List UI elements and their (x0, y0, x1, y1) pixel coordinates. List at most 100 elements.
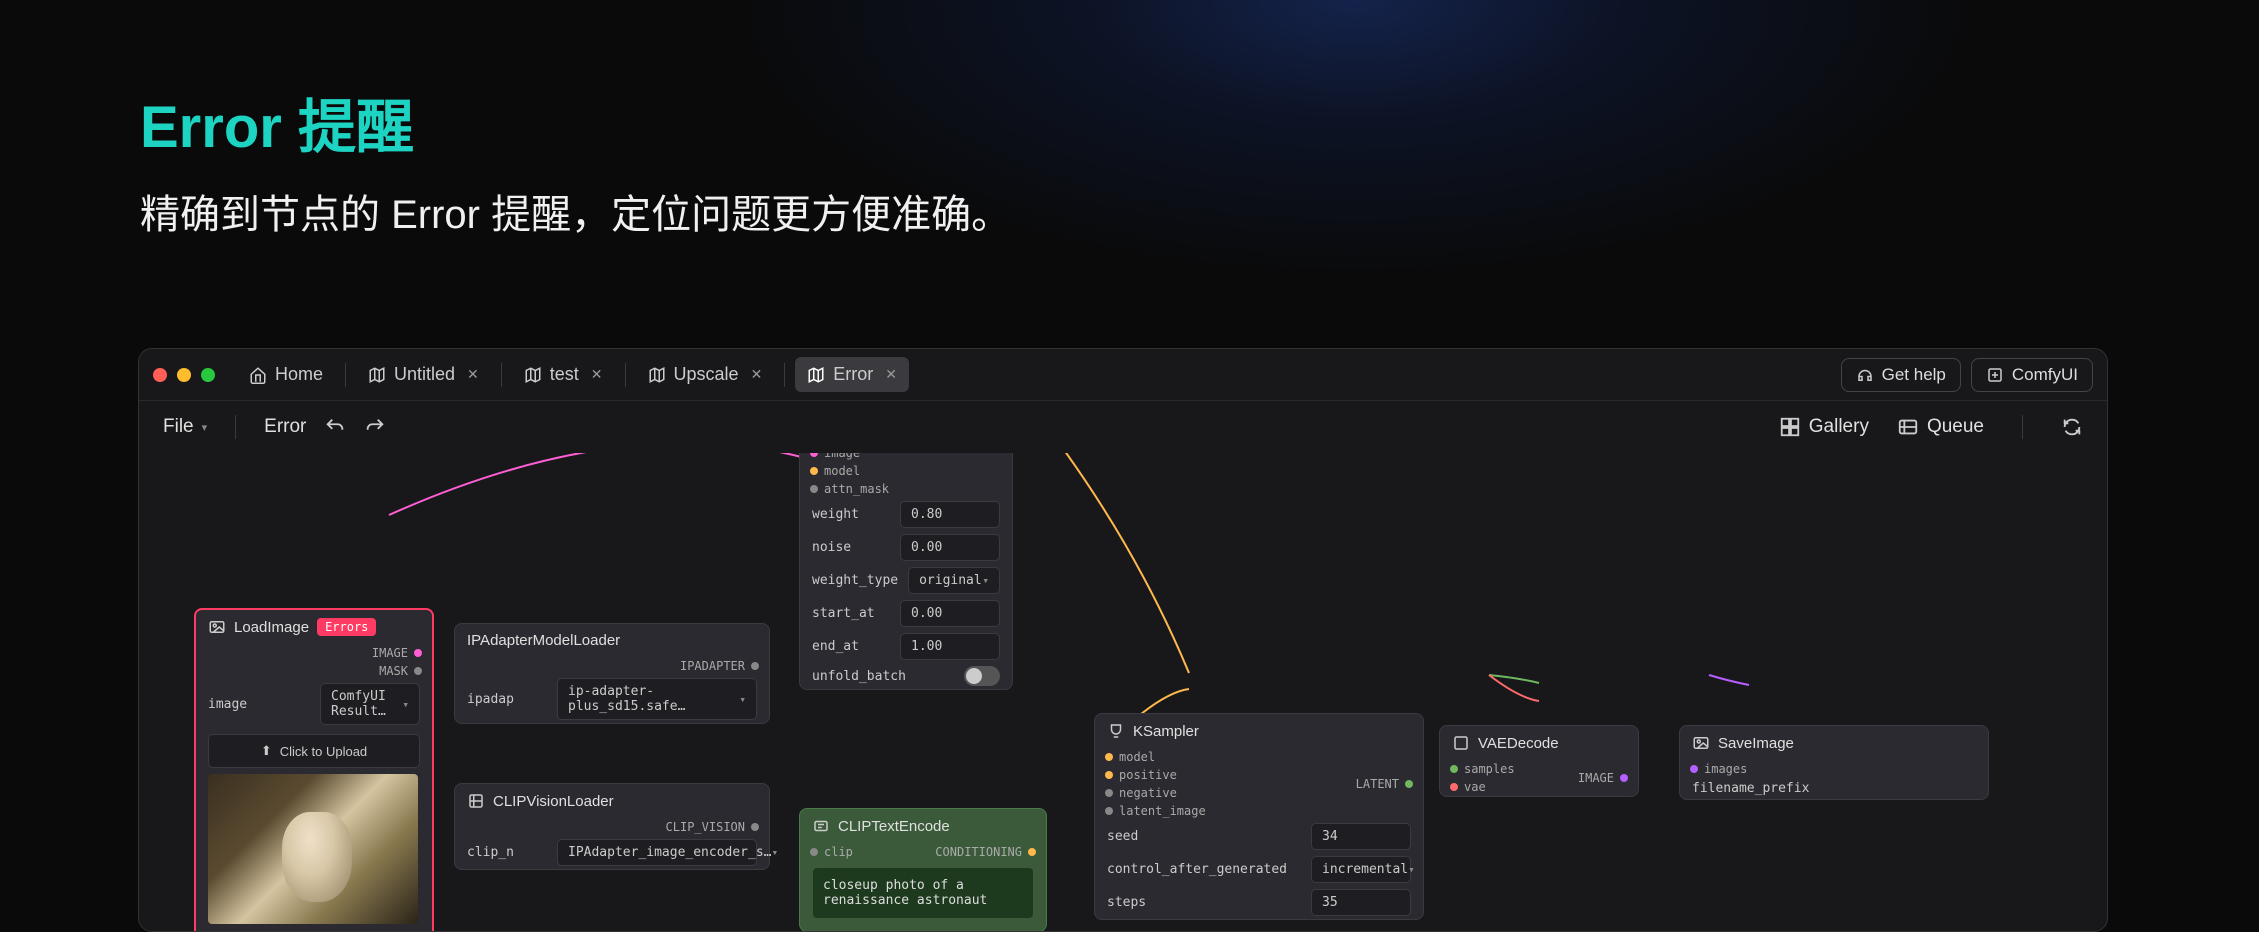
tab-home[interactable]: Home (237, 357, 335, 392)
port-dot[interactable] (810, 485, 818, 493)
node-load-image[interactable]: LoadImage Errors IMAGE MASK image ComfyU… (194, 608, 434, 931)
port-dot[interactable] (1690, 765, 1698, 773)
port-label: image (824, 453, 860, 460)
field-label: end_at (812, 639, 859, 654)
field-label: image (208, 697, 247, 712)
clip-vision-select[interactable]: IPAdapter_image_encoder_s…▾ (557, 839, 757, 866)
field-label: weight (812, 507, 859, 522)
node-vae-decode[interactable]: VAEDecode samples vae IMAGE (1439, 725, 1639, 797)
port-label: model (1119, 750, 1155, 764)
seed-input[interactable]: 34 (1311, 823, 1411, 850)
refresh-button[interactable] (2061, 416, 2083, 438)
noise-input[interactable]: 0.00 (900, 534, 1000, 561)
weight-type-select[interactable]: original▾ (908, 567, 1000, 594)
node-title: KSampler (1133, 723, 1199, 740)
port-dot[interactable] (1105, 753, 1113, 761)
port-dot[interactable] (751, 662, 759, 670)
tab-label: Upscale (674, 364, 739, 385)
node-ipadapter-loader[interactable]: IPAdapterModelLoader IPADAPTER ipadap ip… (454, 623, 770, 724)
brand-label: ComfyUI (2012, 365, 2078, 385)
error-menu[interactable]: Error (264, 416, 306, 438)
port-dot[interactable] (810, 848, 818, 856)
node-ipadapter-apply[interactable]: image model attn_mask weight0.80 noise0.… (799, 453, 1013, 690)
port-dot[interactable] (751, 823, 759, 831)
brand-button[interactable]: ComfyUI (1971, 358, 2093, 392)
tab-test[interactable]: test ✕ (512, 357, 615, 392)
ctrl-select[interactable]: incremental▾ (1311, 856, 1411, 883)
node-icon (467, 792, 485, 810)
upload-button[interactable]: ⬆ Click to Upload (208, 734, 420, 768)
port-dot[interactable] (414, 649, 422, 657)
port-dot[interactable] (810, 453, 818, 457)
close-window-button[interactable] (153, 368, 167, 382)
port-dot[interactable] (1450, 783, 1458, 791)
field-label: seed (1107, 829, 1138, 844)
field-label: noise (812, 540, 851, 555)
image-select[interactable]: ComfyUI Result…▾ (320, 683, 420, 725)
minimize-window-button[interactable] (177, 368, 191, 382)
port-label: CONDITIONING (935, 845, 1022, 859)
undo-icon (324, 416, 346, 438)
tab-upscale[interactable]: Upscale ✕ (636, 357, 775, 392)
port-dot[interactable] (810, 467, 818, 475)
port-dot[interactable] (1620, 774, 1628, 782)
gallery-button[interactable]: Gallery (1779, 416, 1869, 438)
close-tab-icon[interactable]: ✕ (591, 366, 603, 383)
port-label: latent_image (1119, 804, 1206, 818)
port-dot[interactable] (1028, 848, 1036, 856)
port-dot[interactable] (1105, 789, 1113, 797)
port-dot[interactable] (1405, 780, 1413, 788)
end-input[interactable]: 1.00 (900, 633, 1000, 660)
title-bar: Home Untitled ✕ test ✕ Upscale ✕ (139, 349, 2107, 401)
redo-button[interactable] (364, 416, 386, 438)
ipadapter-select[interactable]: ip-adapter-plus_sd15.safe…▾ (557, 678, 757, 720)
port-label: clip (824, 845, 853, 859)
node-icon (812, 817, 830, 835)
unfold-toggle[interactable] (964, 666, 1000, 686)
tab-error[interactable]: Error ✕ (795, 357, 909, 392)
image-preview (208, 774, 418, 924)
port-dot[interactable] (1105, 807, 1113, 815)
node-icon (1452, 734, 1470, 752)
node-canvas[interactable]: LoadImage Errors IMAGE MASK image ComfyU… (139, 453, 2107, 931)
node-icon (1107, 722, 1125, 740)
weight-input[interactable]: 0.80 (900, 501, 1000, 528)
tab-label: test (550, 364, 579, 385)
queue-button[interactable]: Queue (1897, 416, 1984, 438)
port-dot[interactable] (1105, 771, 1113, 779)
maximize-window-button[interactable] (201, 368, 215, 382)
field-label: weight_type (812, 573, 898, 588)
node-title: CLIPTextEncode (838, 818, 950, 835)
close-tab-icon[interactable]: ✕ (751, 366, 763, 383)
start-input[interactable]: 0.00 (900, 600, 1000, 627)
node-clip-text-encode[interactable]: CLIPTextEncode clip CONDITIONING closeup… (799, 808, 1047, 931)
map-icon (807, 366, 825, 384)
get-help-button[interactable]: Get help (1841, 358, 1961, 392)
headphones-icon (1856, 366, 1874, 384)
port-label: negative (1119, 786, 1177, 800)
port-label: LATENT (1356, 777, 1399, 791)
port-dot[interactable] (414, 667, 422, 675)
error-badge: Errors (317, 618, 376, 636)
close-tab-icon[interactable]: ✕ (885, 366, 897, 383)
tab-untitled[interactable]: Untitled ✕ (356, 357, 491, 392)
steps-input[interactable]: 35 (1311, 889, 1411, 916)
node-title: CLIPVisionLoader (493, 793, 614, 810)
field-label: steps (1107, 895, 1146, 910)
image-icon (208, 618, 226, 636)
prompt-textarea[interactable]: closeup photo of a renaissance astronaut (812, 867, 1034, 919)
port-dot[interactable] (1450, 765, 1458, 773)
undo-button[interactable] (324, 416, 346, 438)
queue-label: Queue (1927, 416, 1984, 438)
port-label: IPADAPTER (680, 659, 745, 673)
image-icon (1692, 734, 1710, 752)
node-save-image[interactable]: SaveImage images filename_prefix (1679, 725, 1989, 800)
port-label: positive (1119, 768, 1177, 782)
field-label: ipadap (467, 692, 514, 707)
tab-label: Home (275, 364, 323, 385)
file-menu[interactable]: File ▾ (163, 416, 207, 438)
close-tab-icon[interactable]: ✕ (467, 366, 479, 383)
node-ksampler[interactable]: KSampler model positive negative latent_… (1094, 713, 1424, 920)
node-clip-vision-loader[interactable]: CLIPVisionLoader CLIP_VISION clip_n IPAd… (454, 783, 770, 870)
refresh-icon (2061, 416, 2083, 438)
